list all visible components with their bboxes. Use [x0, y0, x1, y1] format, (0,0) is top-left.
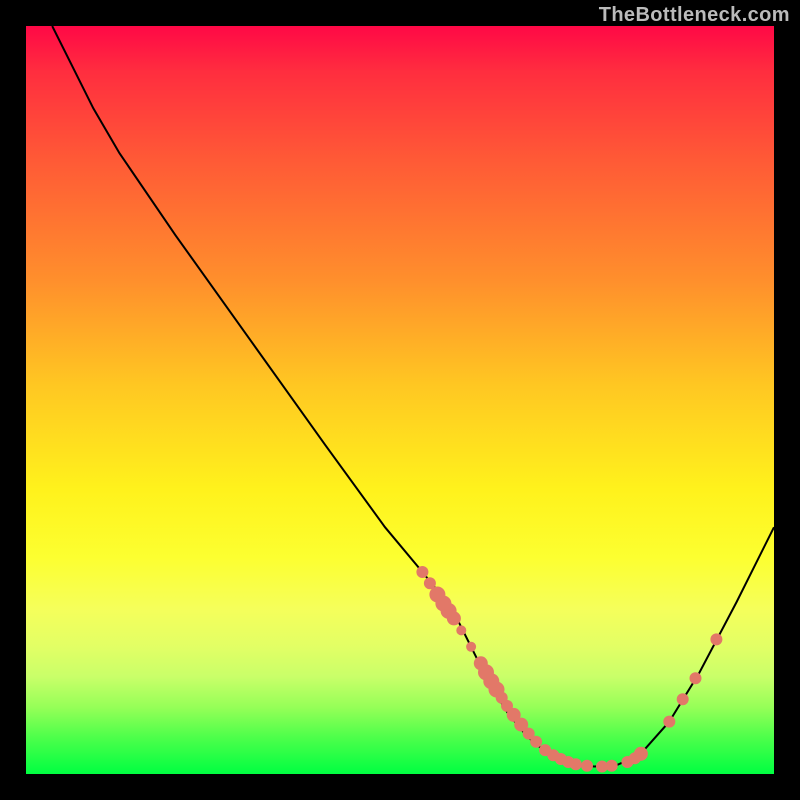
scatter-dot: [634, 747, 648, 761]
plot-area: [26, 26, 774, 774]
scatter-dot: [570, 758, 582, 770]
scatter-dot: [466, 642, 476, 652]
scatter-dot: [581, 760, 593, 772]
scatter-dot: [677, 693, 689, 705]
scatter-dot: [710, 633, 722, 645]
scatter-dot: [456, 625, 466, 635]
scatter-dot: [447, 611, 461, 625]
chart-svg: [26, 26, 774, 774]
scatter-dot: [606, 760, 618, 772]
scatter-dot: [416, 566, 428, 578]
chart-container: TheBottleneck.com: [0, 0, 800, 800]
scatter-dot: [663, 716, 675, 728]
scatter-dot: [530, 736, 542, 748]
scatter-dot: [690, 672, 702, 684]
scatter-dots: [416, 566, 722, 773]
curve-line: [52, 26, 774, 767]
watermark-label: TheBottleneck.com: [599, 4, 790, 27]
